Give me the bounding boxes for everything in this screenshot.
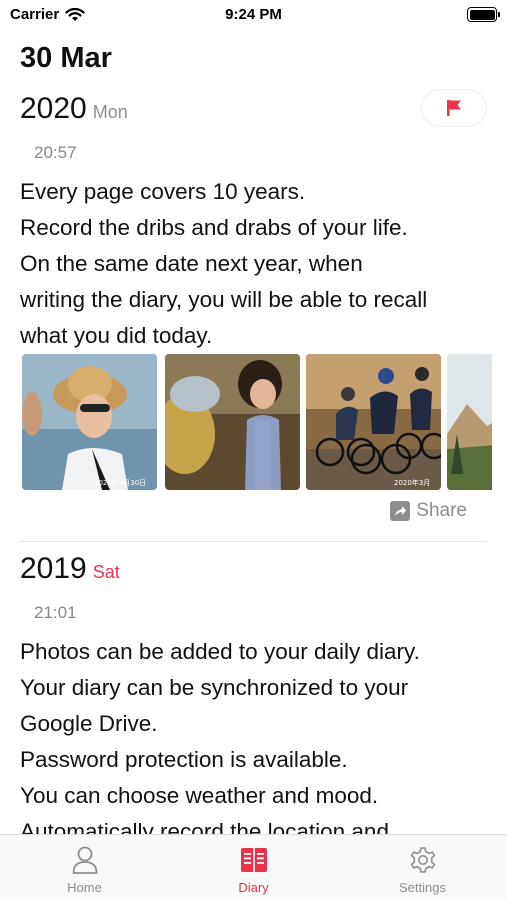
share-label: Share bbox=[416, 500, 467, 521]
battery-icon bbox=[467, 7, 500, 22]
photo-thumbnail[interactable]: 2020年3月 bbox=[306, 354, 441, 490]
photo-strip[interactable]: 2020年3月30日 2020年3月 bbox=[22, 354, 492, 490]
photo-caption: 2020年3月 bbox=[394, 478, 430, 487]
entry-header-2020: 2020 Mon bbox=[20, 92, 128, 126]
tab-label: Home bbox=[67, 880, 102, 895]
share-button[interactable]: Share bbox=[390, 500, 467, 522]
entry-header-2019: 2019 Sat bbox=[20, 552, 120, 586]
photo-caption: 2020年3月30日 bbox=[94, 478, 146, 487]
tab-bar: Home Diary Settings bbox=[0, 834, 507, 900]
page-title: 30 Mar bbox=[20, 42, 112, 74]
entry-time: 20:57 bbox=[34, 143, 77, 162]
entry-divider bbox=[20, 541, 487, 542]
tab-settings[interactable]: Settings bbox=[338, 835, 507, 900]
tab-label: Settings bbox=[399, 880, 446, 895]
entry-text[interactable]: Photos can be added to your daily diary.… bbox=[20, 634, 500, 834]
status-bar: Carrier 9:24 PM bbox=[0, 0, 507, 30]
entry-weekday: Sat bbox=[92, 562, 120, 582]
entry-time: 21:01 bbox=[34, 603, 77, 622]
tab-diary[interactable]: Diary bbox=[169, 835, 338, 900]
status-time: 9:24 PM bbox=[225, 6, 282, 23]
entry-year: 2020 bbox=[20, 92, 87, 125]
diary-book-icon bbox=[240, 848, 267, 872]
diary-scroll-view[interactable]: 30 Mar 2020 Mon 20:57 Every page covers … bbox=[0, 30, 507, 834]
entry-text[interactable]: Every page covers 10 years. Record the d… bbox=[20, 174, 500, 354]
person-icon bbox=[72, 846, 97, 874]
photo-thumbnail[interactable]: 2020年3月30日 bbox=[22, 354, 157, 490]
tab-label: Diary bbox=[238, 880, 269, 895]
entry-weekday: Mon bbox=[92, 102, 128, 122]
gear-icon bbox=[410, 847, 435, 873]
photo-thumbnail[interactable] bbox=[165, 354, 300, 490]
flag-icon bbox=[447, 100, 461, 116]
photo-thumbnail[interactable] bbox=[447, 354, 492, 490]
tab-home[interactable]: Home bbox=[0, 835, 169, 900]
share-icon bbox=[390, 501, 411, 521]
entry-year: 2019 bbox=[20, 552, 87, 585]
flag-button[interactable] bbox=[421, 89, 487, 127]
